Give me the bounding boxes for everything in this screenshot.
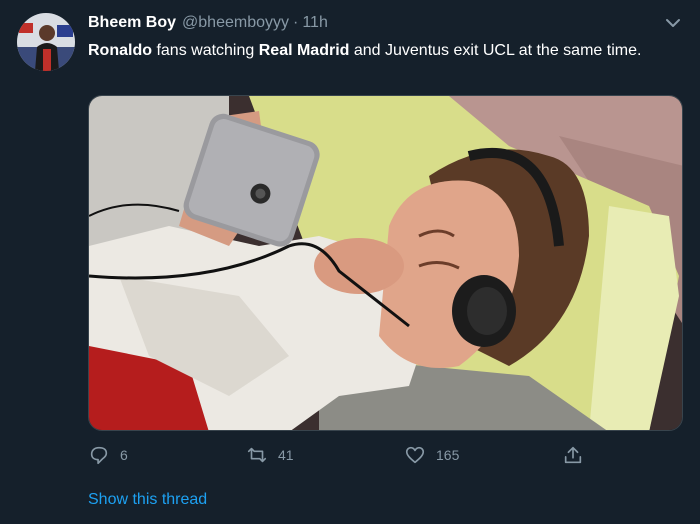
reply-button[interactable]: 6 <box>88 441 128 469</box>
tweet-header: Bheem Boy @bheemboyyy · 11h <box>88 11 328 35</box>
chevron-down-icon[interactable] <box>662 12 684 34</box>
tweet-text: Ronaldo fans watching Real Madrid and Ju… <box>88 39 678 62</box>
separator-dot: · <box>293 14 299 31</box>
retweet-button[interactable]: 41 <box>246 441 294 469</box>
tweet-text-part: and Juventus exit UCL at the same time. <box>349 42 642 59</box>
tweet-photo[interactable] <box>88 95 683 431</box>
share-icon <box>564 446 582 464</box>
author-handle[interactable]: @bheemboyyy <box>182 14 289 32</box>
like-count: 165 <box>436 447 460 463</box>
reply-icon <box>90 446 108 465</box>
like-button[interactable]: 165 <box>404 441 459 469</box>
avatar[interactable] <box>17 13 75 71</box>
reply-count: 6 <box>120 447 128 463</box>
tweet-text-part: Real Madrid <box>258 42 350 59</box>
show-thread-link[interactable]: Show this thread <box>88 491 207 509</box>
heart-icon <box>405 446 425 464</box>
share-button[interactable] <box>562 441 594 469</box>
retweet-icon <box>247 447 267 463</box>
tweet-time[interactable]: 11h <box>302 14 328 32</box>
tweet-text-part: fans watching <box>152 42 259 59</box>
tweet[interactable]: Bheem Boy @bheemboyyy · 11h Ronaldo fans… <box>0 0 700 524</box>
tweet-text-part: Ronaldo <box>88 42 152 59</box>
author-name[interactable]: Bheem Boy <box>88 14 176 32</box>
tweet-actions: 6 41 165 <box>88 441 588 469</box>
retweet-count: 41 <box>278 447 294 463</box>
